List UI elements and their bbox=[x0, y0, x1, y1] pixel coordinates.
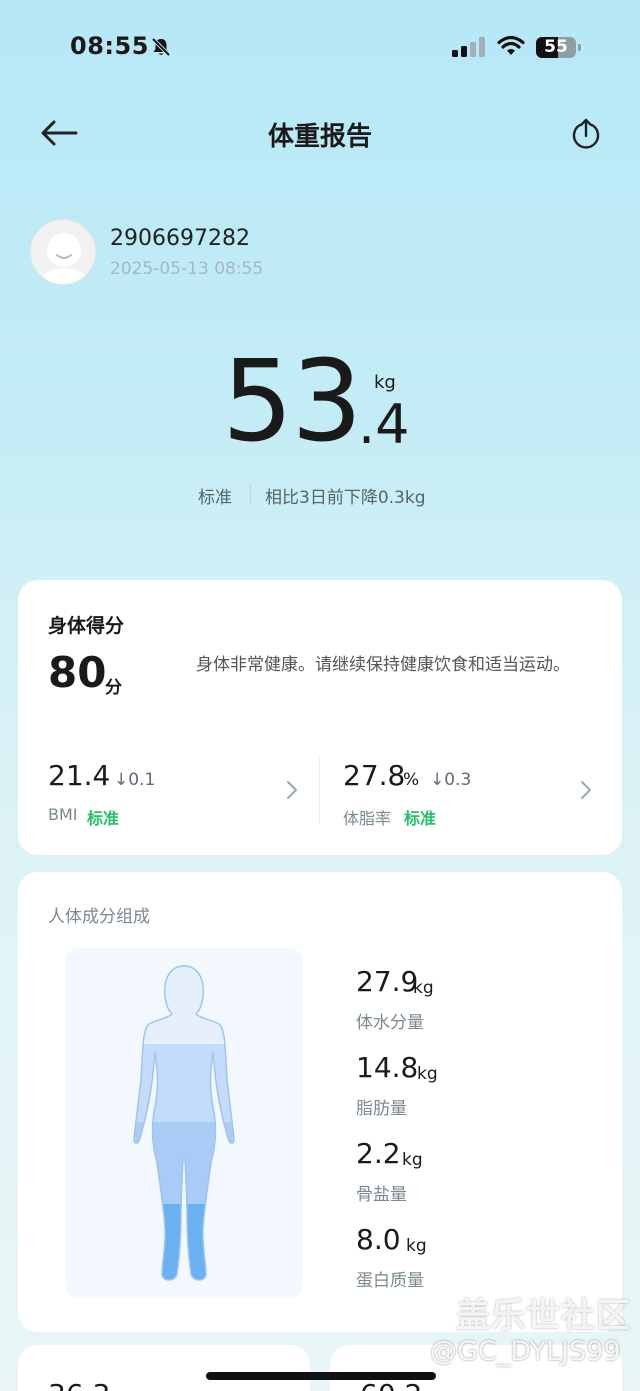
score-title: 身体得分 bbox=[48, 615, 125, 637]
signal-icon bbox=[452, 37, 485, 57]
avatar-face-icon bbox=[40, 233, 88, 284]
watermark-title: 盖乐世社区 bbox=[456, 1296, 631, 1336]
chevron-right-icon bbox=[287, 781, 297, 799]
body-fat-value: 27.8 bbox=[343, 759, 406, 792]
bone-label: 骨盐量 bbox=[356, 1185, 407, 1205]
home-indicator[interactable] bbox=[206, 1372, 436, 1380]
fat-value: 14.8 bbox=[356, 1051, 419, 1084]
body-fat-change: ↓0.3 bbox=[430, 770, 472, 790]
composition-item-fat[interactable]: 14.8 kg 脂肪量 bbox=[356, 1054, 556, 1124]
bmi-change: ↓0.1 bbox=[114, 770, 156, 790]
fat-unit: kg bbox=[417, 1064, 438, 1084]
wifi-icon bbox=[497, 35, 525, 55]
bottom-card-left[interactable]: 36.3 bbox=[18, 1345, 310, 1391]
protein-value: 8.0 bbox=[356, 1223, 401, 1256]
water-label: 体水分量 bbox=[356, 1013, 424, 1033]
page-title: 体重报告 bbox=[267, 122, 372, 152]
bone-value: 2.2 bbox=[356, 1137, 401, 1170]
body-fat-metric[interactable]: 27.8 % ↓0.3 体脂率 标准 bbox=[320, 740, 622, 840]
bmi-value: 21.4 bbox=[48, 759, 111, 792]
bell-muted-icon bbox=[151, 37, 171, 57]
protein-unit: kg bbox=[406, 1236, 427, 1256]
body-composition-card: 人体成分组成 27.9 kg 体水分量 14.8 kg 脂肪量 2.2 kg 骨… bbox=[18, 872, 622, 1332]
weight-change: 相比3日前下降0.3kg bbox=[265, 488, 426, 508]
status-time: 08:55 bbox=[70, 32, 149, 60]
score-unit: 分 bbox=[105, 678, 122, 698]
composition-title: 人体成分组成 bbox=[48, 907, 150, 927]
bmi-metric[interactable]: 21.4 ↓0.1 BMI 标准 bbox=[18, 740, 318, 840]
body-score-card: 身体得分 80 分 身体非常健康。请继续保持健康饮食和适当运动。 21.4 ↓0… bbox=[18, 580, 622, 855]
composition-item-bone[interactable]: 2.2 kg 骨盐量 bbox=[356, 1140, 556, 1210]
bmi-status: 标准 bbox=[87, 809, 120, 828]
status-divider bbox=[250, 484, 251, 504]
watermark-handle: @GC_DYLJS99 bbox=[430, 1336, 621, 1367]
score-value: 80 bbox=[48, 648, 107, 697]
body-fat-status: 标准 bbox=[404, 809, 437, 828]
protein-label: 蛋白质量 bbox=[356, 1271, 424, 1291]
composition-item-water[interactable]: 27.9 kg 体水分量 bbox=[356, 968, 556, 1038]
share-icon[interactable] bbox=[570, 116, 602, 150]
weight-integer: 53 bbox=[222, 337, 363, 467]
measure-datetime: 2025-05-13 08:55 bbox=[110, 259, 264, 279]
body-fat-unit: % bbox=[403, 770, 420, 790]
weight-status: 标准 bbox=[198, 488, 232, 508]
water-value: 27.9 bbox=[356, 965, 419, 998]
weight-unit: kg bbox=[374, 372, 396, 393]
avatar[interactable] bbox=[30, 219, 96, 285]
battery-icon: 55 bbox=[536, 37, 582, 58]
user-id: 2906697282 bbox=[110, 226, 250, 251]
battery-level: 55 bbox=[544, 37, 568, 57]
body-figure bbox=[65, 948, 303, 1298]
body-fat-label: 体脂率 bbox=[343, 809, 392, 828]
composition-item-protein[interactable]: 8.0 kg 蛋白质量 bbox=[356, 1226, 556, 1296]
water-unit: kg bbox=[413, 978, 434, 998]
bone-unit: kg bbox=[402, 1150, 423, 1170]
human-body-figure-icon bbox=[133, 965, 235, 1281]
bottom-left-value: 36.3 bbox=[48, 1381, 110, 1391]
chevron-right-icon bbox=[581, 781, 591, 799]
score-description: 身体非常健康。请继续保持健康饮食和适当运动。 bbox=[196, 655, 570, 675]
weight-decimal: .4 bbox=[358, 393, 410, 456]
bmi-label: BMI bbox=[48, 805, 78, 824]
bottom-right-value: 60.2 bbox=[360, 1381, 422, 1391]
fat-label: 脂肪量 bbox=[356, 1099, 407, 1119]
